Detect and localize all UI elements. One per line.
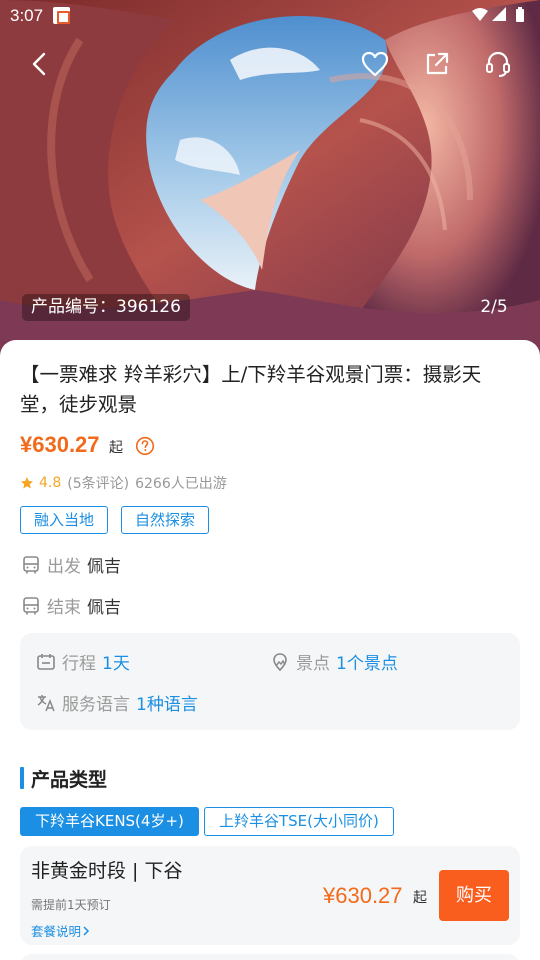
price-suffix: 起: [109, 440, 123, 456]
departure-value: 佩吉: [87, 557, 121, 577]
bus-icon: [23, 555, 39, 573]
product-title: 【一票难求 羚羊彩穴】上/下羚羊谷观景门票：摄影天堂，徒步观景: [20, 363, 482, 416]
status-time: 3:07: [10, 6, 44, 25]
buy-button[interactable]: 购买: [439, 870, 509, 921]
package-price-suffix: 起: [413, 890, 427, 906]
trip-info-box[interactable]: 行程 1天 景点 1个景点 服务语言 1种语言: [20, 633, 520, 730]
service-languages: 服务语言 1种语言: [36, 690, 198, 715]
heart-icon: [361, 51, 389, 77]
package-explain-link[interactable]: 套餐说明: [31, 921, 91, 940]
help-icon: [135, 436, 155, 456]
tag-nature: 自然探索: [121, 506, 210, 534]
trip-label: 行程: [62, 654, 96, 674]
back-icon: [32, 52, 46, 76]
favorite-button[interactable]: [357, 46, 393, 82]
translate-icon: [37, 694, 55, 711]
lang-label: 服务语言: [62, 695, 130, 715]
spot-value: 1个景点: [336, 654, 398, 674]
spot-label: 景点: [296, 654, 330, 674]
product-price: ¥630.27: [20, 432, 100, 457]
trip-value: 1天: [102, 654, 130, 674]
app-notification-icon: [53, 7, 70, 24]
end-label: 结束: [47, 598, 81, 618]
review-count: (5条评论): [67, 476, 130, 492]
rating-row[interactable]: 4.8 (5条评论) 6266人已出游: [20, 473, 227, 493]
product-type-option-lower[interactable]: 下羚羊谷KENS(4岁+): [20, 807, 199, 836]
heading-accent-bar: [20, 767, 24, 789]
bus-icon: [23, 596, 39, 614]
departure-row: 出发 佩吉: [21, 552, 121, 577]
system-status-icons: [470, 7, 530, 28]
package-name: 非黄金时段 | 下谷: [31, 860, 183, 882]
departure-label: 出发: [47, 557, 81, 577]
scenic-spots: 景点 1个景点: [270, 649, 398, 674]
scenic-spot-icon: [273, 652, 287, 671]
back-button[interactable]: [22, 46, 58, 82]
calendar-icon: [37, 653, 55, 670]
product-type-option-upper[interactable]: 上羚羊谷TSE(大小同价): [204, 807, 394, 836]
tag-local: 融入当地: [20, 506, 109, 534]
package-explain-label: 套餐说明: [31, 924, 82, 939]
carousel-page-indicator: 2/5: [480, 297, 508, 317]
end-row: 结束 佩吉: [21, 593, 121, 618]
lang-value: 1种语言: [136, 695, 198, 715]
product-type-heading: 产品类型: [20, 766, 108, 791]
product-type-title: 产品类型: [31, 768, 108, 791]
product-detail-card: 【一票难求 羚羊彩穴】上/下羚羊谷观景门票：摄影天堂，徒步观景 ¥630.27 …: [0, 340, 540, 960]
end-value: 佩吉: [87, 598, 121, 618]
share-icon: [426, 52, 449, 75]
headset-icon: [486, 51, 510, 77]
product-code-badge: 产品编号：396126: [22, 294, 190, 321]
status-bar: 3:07: [0, 0, 540, 30]
next-package-card[interactable]: [20, 954, 520, 960]
star-icon: [21, 477, 33, 489]
hero-image-carousel[interactable]: 3:07 产品编号：396126 2/5: [0, 0, 540, 360]
package-price: ¥630.27: [323, 883, 403, 908]
customer-service-button[interactable]: [480, 46, 516, 82]
trip-duration: 行程 1天: [36, 649, 130, 674]
price-help-button[interactable]: [135, 436, 155, 460]
traveler-count: 6266人已出游: [135, 476, 227, 492]
package-card[interactable]: 非黄金时段 | 下谷 需提前1天预订 套餐说明 ¥630.27 起 购买: [20, 846, 520, 945]
chevron-right-icon: [83, 925, 90, 936]
share-button[interactable]: [419, 46, 455, 82]
package-booking-note: 需提前1天预订: [31, 898, 111, 912]
rating-score: 4.8: [39, 475, 62, 491]
